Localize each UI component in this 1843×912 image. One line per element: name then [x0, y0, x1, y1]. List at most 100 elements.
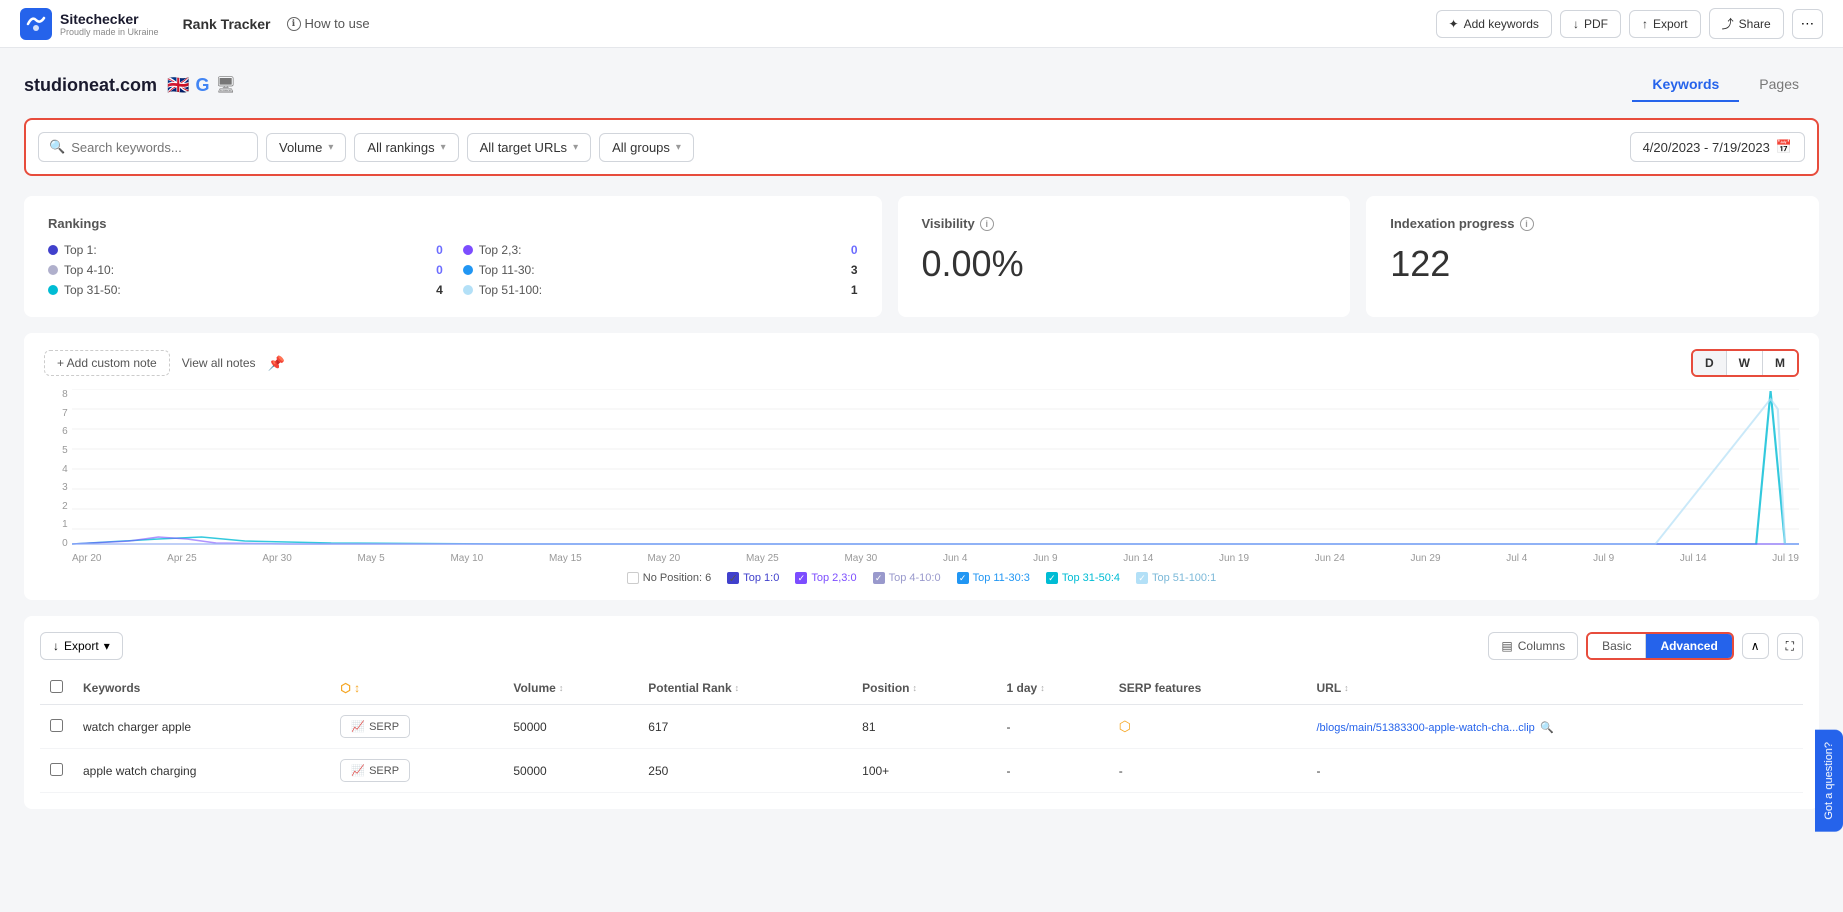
columns-icon: ▤	[1501, 639, 1512, 653]
row-position-cell: 81	[852, 705, 996, 749]
table-right-tools: ▤ Columns Basic Advanced ∧ ⛶	[1488, 632, 1803, 660]
chart-line-icon: 📈	[351, 764, 365, 777]
row-checkbox-cell[interactable]	[40, 749, 73, 793]
ranking-top51100: Top 51-100: 1	[463, 283, 858, 297]
volume-filter[interactable]: Volume ▾	[266, 133, 346, 162]
period-month-button[interactable]: M	[1762, 351, 1797, 375]
view-advanced-button[interactable]: Advanced	[1645, 634, 1731, 658]
indexation-value: 122	[1390, 243, 1795, 285]
chart-y-axis: 8 7 6 5 4 3 2 1 0	[44, 389, 72, 549]
nav-actions: ✦ Add keywords ↓ PDF ↑ Export ⤴ Share ⋯	[1436, 8, 1824, 39]
search-icon: 🔍	[49, 139, 65, 155]
table-row: apple watch charging 📈 SERP 50000 250 10…	[40, 749, 1803, 793]
plus-icon: ✦	[1449, 17, 1459, 31]
view-all-notes-button[interactable]: View all notes	[182, 356, 256, 370]
th-serp-features[interactable]: SERP features	[1109, 672, 1307, 705]
urls-filter[interactable]: All target URLs ▾	[467, 133, 591, 162]
th-url[interactable]: URL↕	[1306, 672, 1803, 705]
add-keywords-button[interactable]: ✦ Add keywords	[1436, 10, 1552, 38]
columns-button[interactable]: ▤ Columns	[1488, 632, 1578, 660]
url-link[interactable]: /blogs/main/51383300-apple-watch-cha...c…	[1316, 722, 1534, 734]
row-checkbox[interactable]	[50, 719, 63, 732]
period-day-button[interactable]: D	[1693, 351, 1726, 375]
legend-top3150: ✓ Top 31-50:4	[1046, 572, 1120, 584]
share-button[interactable]: ⤴ Share	[1709, 8, 1784, 39]
visibility-title: Visibility i	[922, 216, 1327, 231]
info-icon: i	[980, 217, 994, 231]
select-all-checkbox[interactable]	[50, 680, 63, 693]
legend-top410: ✓ Top 4-10:0	[873, 572, 941, 584]
collapse-button[interactable]: ∧	[1742, 633, 1769, 659]
export-icon: ↑	[1642, 17, 1648, 31]
top1130-dot	[463, 265, 473, 275]
th-potential-rank[interactable]: Potential Rank↕	[638, 672, 852, 705]
row-keyword-cell: watch charger apple	[73, 705, 330, 749]
chart-toolbar: + Add custom note View all notes 📌 D W M	[44, 349, 1799, 377]
monitor-icon[interactable]: 🖥	[215, 75, 235, 95]
top1-dot	[48, 245, 58, 255]
chevron-down-icon: ▾	[441, 142, 446, 153]
row-serp-btn-cell[interactable]: 📈 SERP	[330, 705, 503, 749]
groups-filter[interactable]: All groups ▾	[599, 133, 694, 162]
period-week-button[interactable]: W	[1726, 351, 1762, 375]
date-range-picker[interactable]: 4/20/2023 - 7/19/2023 📅	[1630, 132, 1805, 162]
add-custom-note-button[interactable]: + Add custom note	[44, 350, 170, 376]
rankings-title: Rankings	[48, 216, 858, 231]
view-toggle: Basic Advanced	[1586, 632, 1734, 660]
pdf-button[interactable]: ↓ PDF	[1560, 10, 1621, 38]
google-icon: G	[195, 75, 209, 96]
main-content: studioneat.com 🇬🇧 G 🖥 Keywords Pages 🔍 V…	[0, 48, 1843, 829]
row-checkbox-cell[interactable]	[40, 705, 73, 749]
top51100-dot	[463, 285, 473, 295]
stats-row: Rankings Top 1: 0 Top 2,3: 0 Top 4-10: 0	[24, 196, 1819, 317]
search-icon[interactable]: 🔍	[1540, 722, 1554, 734]
th-link[interactable]: ⬡ ↕	[330, 672, 503, 705]
how-to-use-link[interactable]: ℹ How to use	[287, 16, 370, 31]
legend-top1130: ✓ Top 11-30:3	[957, 572, 1030, 584]
row-position-cell: 100+	[852, 749, 996, 793]
th-1day[interactable]: 1 day↕	[997, 672, 1109, 705]
row-volume-cell: 50000	[503, 705, 638, 749]
serp-button[interactable]: 📈 SERP	[340, 715, 410, 738]
link-icon: ⬡	[1119, 718, 1131, 734]
logo-subtitle: Proudly made in Ukraine	[60, 27, 159, 37]
export-button[interactable]: ↑ Export	[1629, 10, 1701, 38]
keyword-search-container: 🔍	[38, 132, 258, 162]
tab-keywords[interactable]: Keywords	[1632, 68, 1739, 102]
row-checkbox[interactable]	[50, 763, 63, 776]
th-keywords[interactable]: Keywords	[73, 672, 330, 705]
top3150-dot	[48, 285, 58, 295]
indexation-card: Indexation progress i 122	[1366, 196, 1819, 317]
chevron-down-icon: ▾	[328, 142, 333, 153]
rankings-card: Rankings Top 1: 0 Top 2,3: 0 Top 4-10: 0	[24, 196, 882, 317]
row-serp-btn-cell[interactable]: 📈 SERP	[330, 749, 503, 793]
row-url-cell[interactable]: /blogs/main/51383300-apple-watch-cha...c…	[1306, 705, 1803, 749]
more-options-button[interactable]: ⋯	[1792, 9, 1823, 39]
row-volume-cell: 50000	[503, 749, 638, 793]
app-title: Rank Tracker	[183, 16, 271, 32]
th-position[interactable]: Position↕	[852, 672, 996, 705]
th-select-all[interactable]	[40, 672, 73, 705]
tab-pages[interactable]: Pages	[1739, 68, 1819, 102]
site-domain: studioneat.com	[24, 75, 157, 96]
calendar-icon: 📅	[1776, 139, 1792, 155]
search-input[interactable]	[71, 140, 247, 155]
indexation-title: Indexation progress i	[1390, 216, 1795, 231]
table-body: watch charger apple 📈 SERP 50000 617 81 …	[40, 705, 1803, 793]
logo-title: Sitechecker	[60, 11, 159, 27]
table-toolbar: ↓ Export ▾ ▤ Columns Basic Advanced ∧ ⛶	[40, 632, 1803, 660]
view-basic-button[interactable]: Basic	[1588, 634, 1645, 658]
serp-button[interactable]: 📈 SERP	[340, 759, 410, 782]
visibility-value: 0.00%	[922, 243, 1327, 285]
site-flags: 🇬🇧 G 🖥	[167, 75, 236, 96]
table-export-button[interactable]: ↓ Export ▾	[40, 632, 123, 660]
th-volume[interactable]: Volume↕	[503, 672, 638, 705]
keywords-table: Keywords ⬡ ↕ Volume↕ Potential Rank↕ Pos…	[40, 672, 1803, 793]
legend-top1: ✓ Top 1:0	[727, 572, 779, 584]
expand-button[interactable]: ⛶	[1777, 633, 1803, 660]
filter-bar: 🔍 Volume ▾ All rankings ▾ All target URL…	[24, 118, 1819, 176]
help-bubble[interactable]: Got a question?	[1815, 730, 1843, 832]
row-potential-rank-cell: 250	[638, 749, 852, 793]
rankings-filter[interactable]: All rankings ▾	[354, 133, 458, 162]
legend-no-position: No Position: 6	[627, 572, 711, 584]
